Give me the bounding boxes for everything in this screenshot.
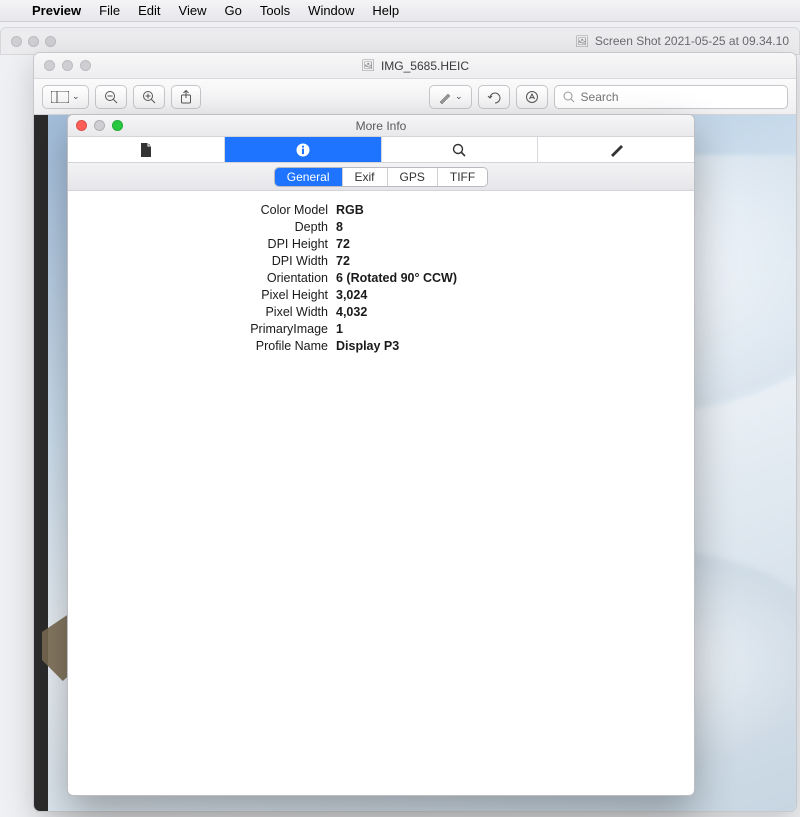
property-row: Pixel Width4,032 [68,303,694,320]
zoom-in-button[interactable] [133,85,165,109]
property-value: 72 [336,237,350,251]
traffic-light-min-icon[interactable] [62,60,73,71]
menu-view[interactable]: View [179,3,207,18]
chevron-down-icon: ⌄ [72,91,80,102]
highlight-button[interactable]: ⌄ [429,85,472,109]
menu-tools[interactable]: Tools [260,3,290,18]
inspector-close-icon[interactable] [76,120,87,131]
property-row: Pixel Height3,024 [68,286,694,303]
document-titlebar: 🖼 IMG_5685.HEIC [34,53,796,79]
zoom-out-icon [104,90,118,104]
subtab-gps[interactable]: GPS [388,168,438,186]
rotate-icon [487,90,501,104]
property-label: PrimaryImage [68,322,336,336]
property-label: Depth [68,220,336,234]
property-value: 6 (Rotated 90° CCW) [336,271,457,285]
markup-button[interactable] [516,85,548,109]
share-button[interactable] [171,85,201,109]
inspector-titlebar[interactable]: More Info [68,115,694,137]
property-row: Orientation6 (Rotated 90° CCW) [68,269,694,286]
property-value: 8 [336,220,343,234]
info-icon [296,143,310,157]
inspector-title: More Info [356,119,407,133]
search-icon [452,143,466,157]
document-title: IMG_5685.HEIC [381,59,469,73]
markup-icon [525,90,539,104]
bg-traffic-light-close-icon[interactable] [11,36,22,47]
search-input[interactable] [581,90,779,104]
property-value: 3,024 [336,288,367,302]
inspector-window: More Info General Exif GPS TIFF Color Mo… [67,114,695,796]
property-label: DPI Height [68,237,336,251]
inspector-sub-tabs: General Exif GPS TIFF [68,163,694,191]
share-icon [180,90,192,104]
system-menubar: Preview File Edit View Go Tools Window H… [0,0,800,22]
zoom-out-button[interactable] [95,85,127,109]
property-value: Display P3 [336,339,399,353]
background-window-titlebar: 🖼 Screen Shot 2021-05-25 at 09.34.10 [0,27,800,55]
property-value: 72 [336,254,350,268]
zoom-in-icon [142,90,156,104]
heic-file-icon: 🖼 [361,59,375,72]
subtab-tiff[interactable]: TIFF [438,168,487,186]
property-value: RGB [336,203,364,217]
property-label: Profile Name [68,339,336,353]
properties-list: Color ModelRGB Depth8 DPI Height72 DPI W… [68,191,694,354]
rotate-button[interactable] [478,85,510,109]
property-value: 1 [336,322,343,336]
property-row: Depth8 [68,218,694,235]
property-label: Pixel Width [68,305,336,319]
inspector-zoom-icon[interactable] [112,120,123,131]
property-value: 4,032 [336,305,367,319]
pencil-icon [609,143,623,157]
bg-traffic-light-min-icon[interactable] [28,36,39,47]
menu-file[interactable]: File [99,3,120,18]
highlighter-icon [438,90,452,104]
subtab-general[interactable]: General [275,168,343,186]
bg-traffic-light-zoom-icon[interactable] [45,36,56,47]
menu-window[interactable]: Window [308,3,354,18]
inspector-tab-annotate[interactable] [538,137,694,162]
property-row: PrimaryImage1 [68,320,694,337]
app-menu[interactable]: Preview [32,3,81,18]
property-label: Color Model [68,203,336,217]
sidebar-toggle-button[interactable]: ⌄ [42,85,89,109]
traffic-light-zoom-icon[interactable] [80,60,91,71]
image-file-icon: 🖼 [575,35,589,48]
inspector-icon-tabs [68,137,694,163]
background-window-title: Screen Shot 2021-05-25 at 09.34.10 [595,34,789,48]
chevron-down-icon: ⌄ [455,91,463,102]
preview-toolbar: ⌄ ⌄ [34,79,796,115]
inspector-tab-document[interactable] [68,137,225,162]
subtab-exif[interactable]: Exif [343,168,388,186]
property-row: DPI Width72 [68,252,694,269]
inspector-min-icon[interactable] [94,120,105,131]
sidebar-icon [51,91,69,103]
menu-help[interactable]: Help [372,3,399,18]
inspector-tab-info[interactable] [225,137,382,162]
property-row: Color ModelRGB [68,201,694,218]
property-row: DPI Height72 [68,235,694,252]
property-label: DPI Width [68,254,336,268]
inspector-tab-search[interactable] [382,137,539,162]
property-row: Profile NameDisplay P3 [68,337,694,354]
traffic-light-close-icon[interactable] [44,60,55,71]
menu-edit[interactable]: Edit [138,3,160,18]
search-icon [563,91,575,103]
property-label: Pixel Height [68,288,336,302]
property-label: Orientation [68,271,336,285]
toolbar-search-field[interactable] [554,85,788,109]
document-icon [140,143,152,157]
menu-go[interactable]: Go [224,3,241,18]
